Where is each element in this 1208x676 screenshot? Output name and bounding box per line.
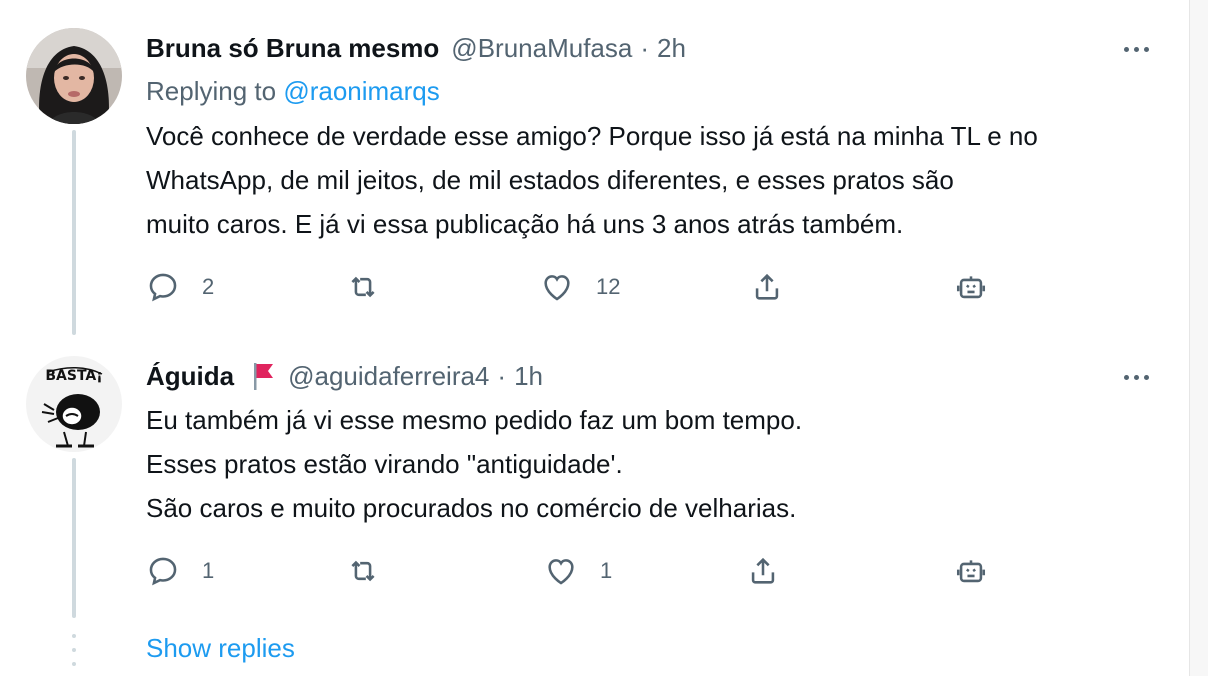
share-icon <box>755 273 779 300</box>
tweet-text-line: Esses pratos estão virando "antiguidade'… <box>146 449 623 479</box>
retweet-icon <box>351 560 375 582</box>
robot-icon <box>956 560 986 583</box>
user-handle[interactable]: @aguidaferreira4 <box>288 361 489 392</box>
tweet-text-line: muito caros. E já vi essa publicação há … <box>146 209 904 239</box>
tweet-text: Eu também já vi esse mesmo pedido faz um… <box>146 398 802 530</box>
replying-prefix: Replying to <box>146 76 277 106</box>
like-count: 12 <box>596 274 621 299</box>
tweet-text-line: WhatsApp, de mil jeitos, de mil estados … <box>146 165 954 195</box>
robot-button[interactable] <box>954 267 988 307</box>
more-icon[interactable] <box>1116 34 1156 64</box>
share-button[interactable] <box>746 551 780 591</box>
reply-icon <box>149 273 177 302</box>
avatar-drawing: BASTA¡ <box>26 356 122 452</box>
separator: · <box>640 32 650 63</box>
replying-to: Replying to @raonimarqs <box>146 76 440 107</box>
retweet-button[interactable] <box>346 551 402 591</box>
reply-count: 1 <box>202 558 215 583</box>
tweet-text-line: Você conhece de verdade esse amigo? Porq… <box>146 121 1038 151</box>
thread-dot <box>72 648 76 652</box>
timestamp[interactable]: 1h <box>514 361 543 392</box>
reply-count: 2 <box>202 274 215 299</box>
robot-button[interactable] <box>954 551 988 591</box>
tweet-text-line: Eu também já vi esse mesmo pedido faz um… <box>146 405 803 435</box>
like-button[interactable]: 1 <box>544 551 612 591</box>
thread-dot <box>72 662 76 666</box>
more-icon[interactable] <box>1116 362 1156 392</box>
display-name[interactable]: Bruna só Bruna mesmo <box>146 33 439 64</box>
like-button[interactable]: 12 <box>540 267 620 307</box>
avatar-photo <box>26 28 122 124</box>
retweet-button[interactable] <box>346 267 402 307</box>
reply-button[interactable]: 2 <box>146 267 214 307</box>
tweet-text: Você conhece de verdade esse amigo? Porq… <box>146 114 1038 246</box>
red-flag-icon <box>248 361 276 391</box>
retweet-icon <box>351 276 375 298</box>
like-count: 1 <box>600 558 613 583</box>
like-icon <box>544 275 570 301</box>
scrollbar[interactable] <box>1189 0 1208 676</box>
user-handle[interactable]: @BrunaMufasa <box>451 33 632 64</box>
thread-dot <box>72 634 76 638</box>
share-icon <box>751 557 775 584</box>
reply-icon <box>149 557 177 586</box>
tweet-text-line: São caros e muito procurados no comércio… <box>146 493 797 523</box>
display-name[interactable]: Águida <box>146 361 234 392</box>
thread-connector-line <box>72 130 76 335</box>
replying-handle-link[interactable]: @raonimarqs <box>283 76 439 106</box>
reply-button[interactable]: 1 <box>146 551 214 591</box>
avatar[interactable] <box>26 28 122 124</box>
avatar[interactable]: BASTA¡ <box>26 356 122 452</box>
tweet-actions: 1 1 <box>146 551 1006 591</box>
share-button[interactable] <box>750 267 784 307</box>
tweet-header: Águida @aguidaferreira4 · 1h <box>146 358 543 394</box>
timestamp[interactable]: 2h <box>657 33 686 64</box>
tweet-header: Bruna só Bruna mesmo @BrunaMufasa · 2h <box>146 30 686 66</box>
separator: · <box>497 360 507 391</box>
robot-icon <box>956 276 986 299</box>
thread-connector-line <box>72 458 76 618</box>
show-replies-link[interactable]: Show replies <box>146 633 295 664</box>
tweet-actions: 2 12 <box>146 267 1006 307</box>
like-icon <box>548 559 574 585</box>
